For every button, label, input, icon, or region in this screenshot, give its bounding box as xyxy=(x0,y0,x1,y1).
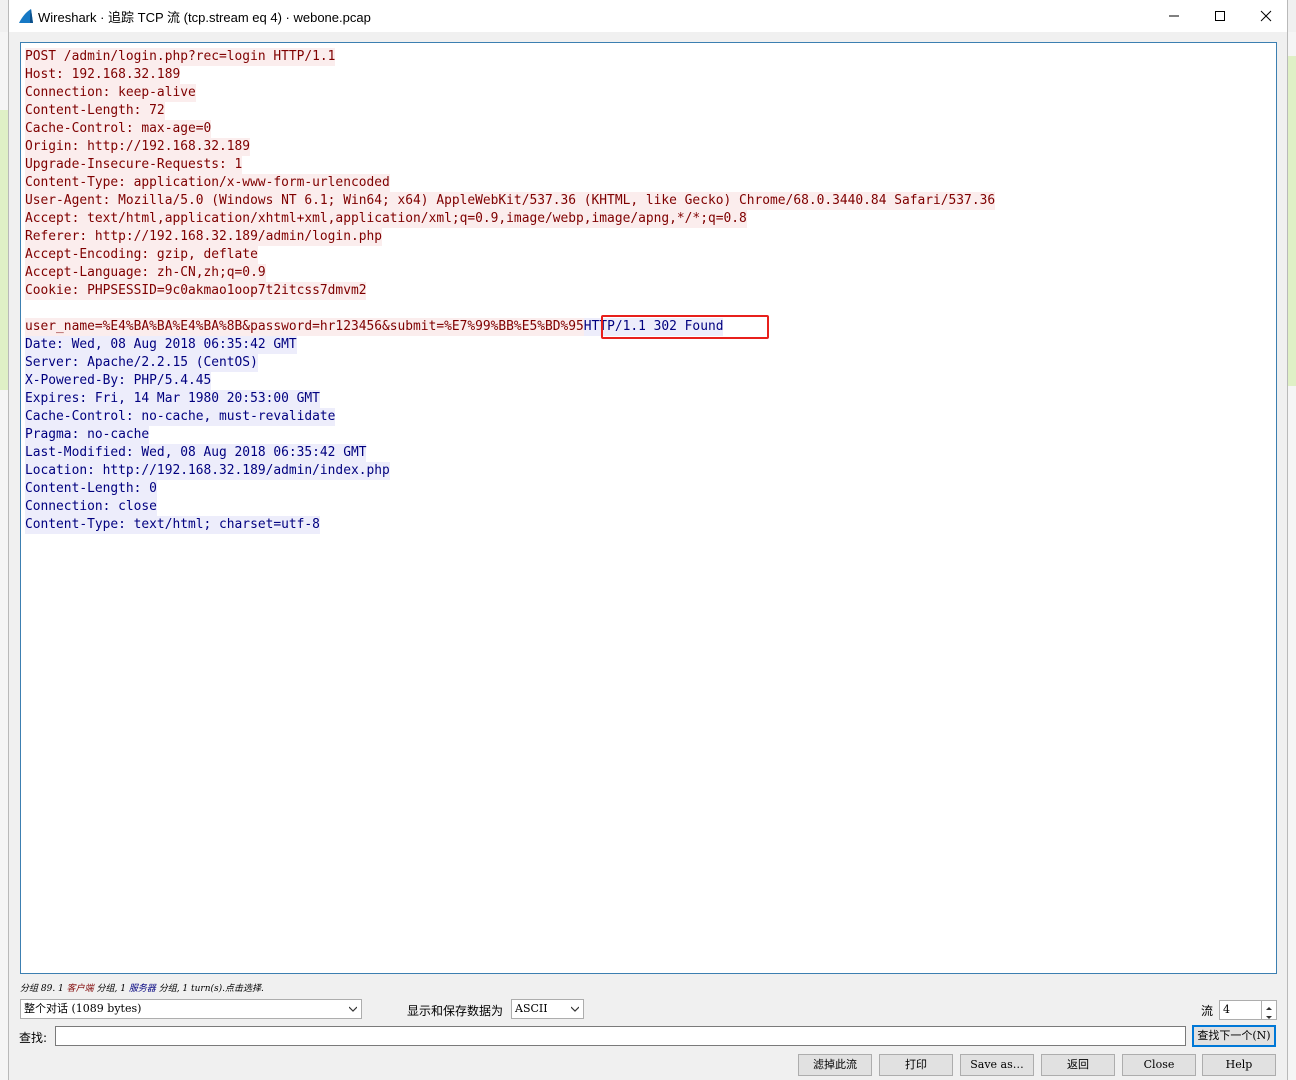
find-next-button[interactable]: 查找下一个(N) xyxy=(1192,1025,1276,1047)
stream-line: Location: http://192.168.32.189/admin/in… xyxy=(25,462,995,480)
conversation-select[interactable]: 整个对话 (1089 bytes) xyxy=(20,999,362,1019)
help-button[interactable]: Help xyxy=(1202,1054,1276,1076)
stream-line: Upgrade-Insecure-Requests: 1 xyxy=(25,156,995,174)
summary-prefix: 分组 89. 1 xyxy=(20,984,67,994)
minimize-button[interactable] xyxy=(1151,0,1197,32)
save-as-button[interactable]: Save as… xyxy=(960,1054,1034,1076)
stream-line: Referer: http://192.168.32.189/admin/log… xyxy=(25,228,995,246)
stream-line: Connection: close xyxy=(25,498,995,516)
stream-line: Pragma: no-cache xyxy=(25,426,995,444)
conversation-select-value: 整个对话 (1089 bytes) xyxy=(24,1002,142,1015)
stream-line: Cache-Control: max-age=0 xyxy=(25,120,995,138)
client-text: Content-Length: 72 xyxy=(25,102,165,120)
spin-up-button[interactable] xyxy=(1261,1001,1276,1010)
client-text: Accept-Encoding: gzip, deflate xyxy=(25,246,258,264)
back-button[interactable]: 返回 xyxy=(1041,1054,1115,1076)
minimize-icon xyxy=(1169,15,1179,17)
print-button[interactable]: 打印 xyxy=(879,1054,953,1076)
stream-line: Date: Wed, 08 Aug 2018 06:35:42 GMT xyxy=(25,336,995,354)
client-text: Connection: keep-alive xyxy=(25,84,196,102)
highlight-annotation-box xyxy=(601,315,769,339)
stream-number-label: 流 xyxy=(1201,1004,1214,1018)
wireshark-fin-icon xyxy=(19,9,33,23)
close-button[interactable]: Close xyxy=(1122,1054,1196,1076)
stream-line: X-Powered-By: PHP/5.4.45 xyxy=(25,372,995,390)
stream-line: Content-Type: application/x-www-form-url… xyxy=(25,174,995,192)
stream-line: user_name=%E4%BA%BA%E4%BA%8B&password=hr… xyxy=(25,318,995,336)
server-text: Pragma: no-cache xyxy=(25,426,150,444)
chevron-down-icon xyxy=(349,1006,357,1012)
client-text: Origin: http://192.168.32.189 xyxy=(25,138,251,156)
client-text: User-Agent: Mozilla/5.0 (Windows NT 6.1;… xyxy=(25,192,996,210)
client-text: Upgrade-Insecure-Requests: 1 xyxy=(25,156,243,174)
display-format-label: 显示和保存数据为 xyxy=(407,1004,504,1018)
client-text: Content-Type: application/x-www-form-url… xyxy=(25,174,390,192)
stream-line: Expires: Fri, 14 Mar 1980 20:53:00 GMT xyxy=(25,390,995,408)
stream-line: Server: Apache/2.2.15 (CentOS) xyxy=(25,354,995,372)
find-input[interactable] xyxy=(55,1026,1186,1046)
stream-line: Cache-Control: no-cache, must-revalidate xyxy=(25,408,995,426)
close-window-button[interactable] xyxy=(1243,0,1289,32)
client-text: Cache-Control: max-age=0 xyxy=(25,120,212,138)
summary-middle: 分组, 1 xyxy=(93,984,129,994)
server-text: Date: Wed, 08 Aug 2018 06:35:42 GMT xyxy=(25,336,297,354)
stream-line: Last-Modified: Wed, 08 Aug 2018 06:35:42… xyxy=(25,444,995,462)
summary-client-link[interactable]: 客户端 xyxy=(67,984,94,994)
follow-tcp-stream-window: Wireshark · 追踪 TCP 流 (tcp.stream eq 4) ·… xyxy=(8,0,1288,1080)
server-text: Connection: close xyxy=(25,498,157,516)
background-window-right-edge xyxy=(1288,32,1296,1080)
summary-server-link[interactable]: 服务器 xyxy=(129,984,156,994)
stream-line xyxy=(25,300,995,318)
server-text: Server: Apache/2.2.15 (CentOS) xyxy=(25,354,258,372)
stream-line: POST /admin/login.php?rec=login HTTP/1.1 xyxy=(25,48,995,66)
stream-line: Content-Type: text/html; charset=utf-8 xyxy=(25,516,995,534)
client-text: user_name=%E4%BA%BA%E4%BA%8B&password=hr… xyxy=(25,318,584,336)
stream-line: User-Agent: Mozilla/5.0 (Windows NT 6.1;… xyxy=(25,192,996,210)
stream-summary: 分组 89. 1 客户端 分组, 1 服务器 分组, 1 turn(s).点击选… xyxy=(20,981,264,994)
stream-content-view[interactable]: POST /admin/login.php?rec=login HTTP/1.1… xyxy=(20,42,1277,974)
server-text: X-Powered-By: PHP/5.4.45 xyxy=(25,372,212,390)
stream-text: POST /admin/login.php?rec=login HTTP/1.1… xyxy=(25,48,996,534)
client-text: Accept: text/html,application/xhtml+xml,… xyxy=(25,210,747,228)
client-text: Cookie: PHPSESSID=9c0akmao1oop7t2itcss7d… xyxy=(25,282,367,300)
stream-line: Content-Length: 72 xyxy=(25,102,995,120)
maximize-button[interactable] xyxy=(1197,0,1243,32)
stream-line: Origin: http://192.168.32.189 xyxy=(25,138,995,156)
stream-line: Host: 192.168.32.189 xyxy=(25,66,995,84)
stream-line: Accept-Language: zh-CN,zh;q=0.9 xyxy=(25,264,995,282)
stream-line: Connection: keep-alive xyxy=(25,84,995,102)
summary-suffix: 分组, 1 turn(s).点击选择. xyxy=(155,984,264,994)
chevron-down-icon xyxy=(1266,1016,1272,1019)
client-text: Host: 192.168.32.189 xyxy=(25,66,181,84)
stream-line: Cookie: PHPSESSID=9c0akmao1oop7t2itcss7d… xyxy=(25,282,995,300)
server-text: Location: http://192.168.32.189/admin/in… xyxy=(25,462,390,480)
client-text: Accept-Language: zh-CN,zh;q=0.9 xyxy=(25,264,266,282)
find-label: 查找: xyxy=(19,1031,48,1045)
client-text: POST /admin/login.php?rec=login HTTP/1.1 xyxy=(25,48,336,66)
title-bar[interactable]: Wireshark · 追踪 TCP 流 (tcp.stream eq 4) ·… xyxy=(9,0,1287,32)
background-window-left-edge xyxy=(0,32,8,1080)
stream-number-spinbox[interactable]: 4 xyxy=(1219,1000,1277,1020)
server-text: Content-Length: 0 xyxy=(25,480,157,498)
stream-number-value: 4 xyxy=(1223,1003,1230,1016)
spin-down-button[interactable] xyxy=(1261,1010,1276,1019)
stream-line: Accept-Encoding: gzip, deflate xyxy=(25,246,995,264)
client-text: Referer: http://192.168.32.189/admin/log… xyxy=(25,228,382,246)
chevron-down-icon xyxy=(571,1006,579,1012)
server-text: Last-Modified: Wed, 08 Aug 2018 06:35:42… xyxy=(25,444,367,462)
format-select[interactable]: ASCII xyxy=(511,999,584,1019)
window-title: Wireshark · 追踪 TCP 流 (tcp.stream eq 4) ·… xyxy=(38,10,371,25)
server-text: Content-Type: text/html; charset=utf-8 xyxy=(25,516,320,534)
stream-line: Content-Length: 0 xyxy=(25,480,995,498)
server-text: Cache-Control: no-cache, must-revalidate xyxy=(25,408,336,426)
format-select-value: ASCII xyxy=(515,1002,548,1015)
maximize-icon xyxy=(1215,11,1225,21)
filter-out-stream-button[interactable]: 滤掉此流 xyxy=(798,1054,872,1076)
close-icon xyxy=(1260,10,1272,22)
server-text: Expires: Fri, 14 Mar 1980 20:53:00 GMT xyxy=(25,390,320,408)
stream-line: Accept: text/html,application/xhtml+xml,… xyxy=(25,210,995,228)
